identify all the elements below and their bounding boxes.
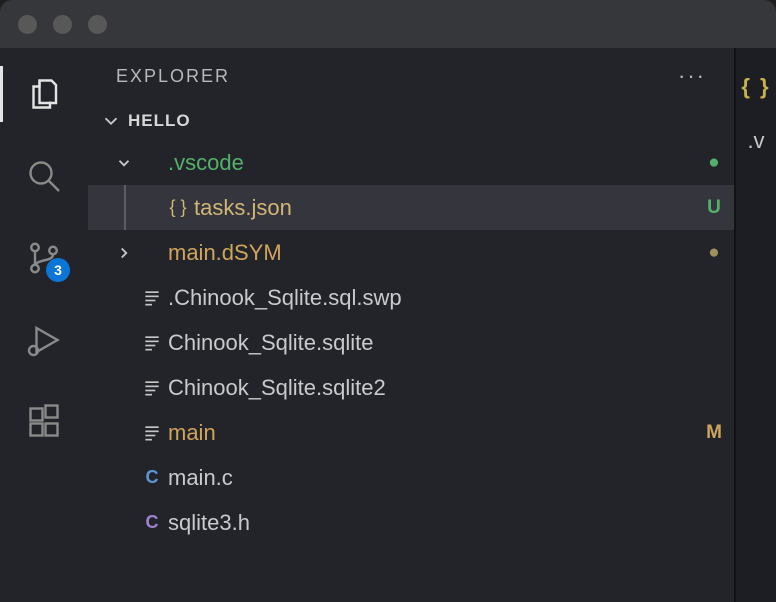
file-row[interactable]: mainM — [88, 410, 734, 455]
item-label: tasks.json — [194, 195, 694, 221]
chevron-right-icon — [112, 244, 136, 262]
git-decoration: U — [694, 197, 734, 219]
git-decoration: ● — [694, 152, 734, 174]
folder-name: HELLO — [128, 111, 191, 131]
files-icon — [26, 76, 62, 112]
activity-explorer[interactable] — [24, 74, 64, 114]
search-icon — [26, 158, 62, 194]
file-row[interactable]: { }tasks.jsonU — [88, 185, 734, 230]
file-icon — [136, 378, 168, 398]
folder-row[interactable]: main.dSYM● — [88, 230, 734, 275]
activity-source-control[interactable]: 3 — [24, 238, 64, 278]
git-decoration: M — [694, 422, 734, 444]
file-icon: { } — [162, 197, 194, 218]
sidebar-more-actions[interactable]: ··· — [678, 63, 706, 89]
sidebar-title-text: EXPLORER — [116, 66, 230, 87]
folder-row[interactable]: .vscode● — [88, 140, 734, 185]
editor-area: { } .v — [736, 48, 776, 602]
sidebar-explorer: EXPLORER ··· HELLO .vscode●{ }tasks.json… — [88, 48, 736, 602]
extensions-icon — [26, 404, 62, 440]
activity-search[interactable] — [24, 156, 64, 196]
file-icon — [136, 423, 168, 443]
file-icon — [136, 288, 168, 308]
file-row[interactable]: .Chinook_Sqlite.sql.swp — [88, 275, 734, 320]
activity-bar: 3 — [0, 48, 88, 602]
main-area: 3 EXPLORER ··· HELLO .vscode●{ }tasks.js… — [0, 48, 776, 602]
file-icon: C — [136, 512, 168, 533]
traffic-light-close[interactable] — [18, 15, 37, 34]
item-label: .vscode — [168, 150, 694, 176]
chevron-down-icon — [112, 154, 136, 172]
file-icon — [136, 333, 168, 353]
window-titlebar — [0, 0, 776, 48]
editor-tab[interactable]: { } .v — [741, 74, 770, 154]
item-label: .Chinook_Sqlite.sql.swp — [168, 285, 694, 311]
activity-extensions[interactable] — [24, 402, 64, 442]
item-label: main — [168, 420, 694, 446]
sidebar-title: EXPLORER ··· — [88, 48, 734, 104]
play-bug-icon — [26, 322, 62, 358]
scm-badge: 3 — [46, 258, 70, 282]
editor-tab-hint: .v — [747, 128, 764, 154]
file-icon: C — [136, 467, 168, 488]
item-label: Chinook_Sqlite.sqlite2 — [168, 375, 694, 401]
file-row[interactable]: Chinook_Sqlite.sqlite — [88, 320, 734, 365]
git-decoration: ● — [694, 242, 734, 264]
item-label: main.c — [168, 465, 694, 491]
file-row[interactable]: Csqlite3.h — [88, 500, 734, 545]
file-tree: .vscode●{ }tasks.jsonUmain.dSYM●.Chinook… — [88, 138, 734, 553]
traffic-light-minimize[interactable] — [53, 15, 72, 34]
item-label: sqlite3.h — [168, 510, 694, 536]
chevron-down-icon — [100, 110, 122, 132]
item-label: main.dSYM — [168, 240, 694, 266]
folder-section-header[interactable]: HELLO — [88, 104, 734, 138]
json-icon: { } — [741, 74, 770, 100]
item-label: Chinook_Sqlite.sqlite — [168, 330, 694, 356]
traffic-light-zoom[interactable] — [88, 15, 107, 34]
activity-run-debug[interactable] — [24, 320, 64, 360]
file-row[interactable]: Cmain.c — [88, 455, 734, 500]
file-row[interactable]: Chinook_Sqlite.sqlite2 — [88, 365, 734, 410]
